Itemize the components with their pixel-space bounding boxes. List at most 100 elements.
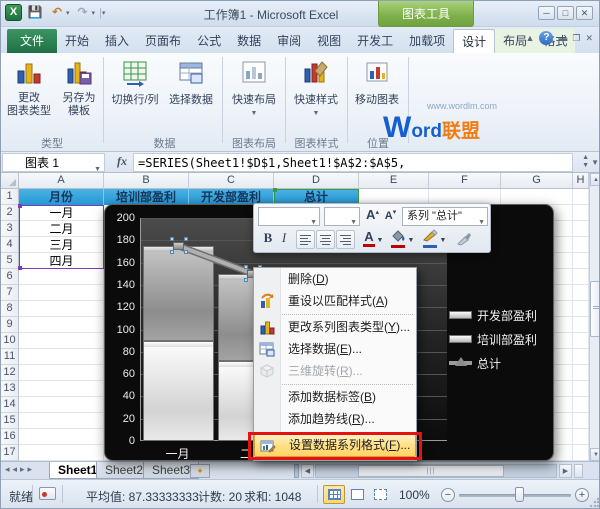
vertical-scrollbar[interactable]: ▲ ▼: [589, 173, 600, 461]
undo-dropdown-icon[interactable]: ▾: [66, 9, 70, 17]
column-header-A[interactable]: A: [19, 173, 104, 189]
insert-worksheet-tab[interactable]: ✦: [190, 464, 210, 478]
undo-icon[interactable]: ↶: [48, 4, 66, 21]
maximize-button[interactable]: □: [557, 6, 574, 20]
menu-item-选择数据[interactable]: 选择数据(E)...: [254, 338, 416, 360]
save-as-template-button[interactable]: 另存为模板: [56, 57, 102, 118]
normal-view-button[interactable]: [323, 485, 345, 504]
row-header-5[interactable]: 5: [1, 253, 19, 269]
tab-插入[interactable]: 插入: [97, 29, 137, 53]
outline-color-button[interactable]: [420, 229, 440, 248]
column-header-E[interactable]: E: [359, 173, 429, 189]
doc-restore-icon[interactable]: ❐: [572, 33, 580, 44]
font-name-combo[interactable]: ▼: [258, 207, 320, 226]
qat-customize-icon[interactable]: ▾: [102, 9, 106, 17]
cell-header-培训部盈利[interactable]: 培训部盈利: [104, 189, 189, 205]
collapse-ribbon-icon[interactable]: ▲: [525, 33, 534, 43]
chart-element-dropdown-icon[interactable]: ▼: [478, 214, 485, 231]
font-color-dropdown-icon[interactable]: ▼: [376, 237, 384, 256]
tab-split-handle[interactable]: [294, 464, 299, 478]
quick-styles-button[interactable]: 快速样式 ▼: [289, 57, 343, 120]
row-header-9[interactable]: 9: [1, 317, 19, 333]
cell-header-月份[interactable]: 月份: [19, 189, 104, 205]
font-size-dropdown-icon[interactable]: ▼: [350, 214, 357, 231]
doc-minimize-icon[interactable]: ▬: [558, 33, 567, 43]
fill-color-button[interactable]: [388, 229, 408, 248]
close-button[interactable]: ✕: [576, 6, 593, 20]
bold-button[interactable]: B: [260, 230, 276, 249]
row-header-15[interactable]: 15: [1, 413, 19, 429]
row-header-1[interactable]: 1: [1, 189, 19, 205]
align-center-button[interactable]: [316, 230, 335, 249]
font-name-dropdown-icon[interactable]: ▼: [310, 214, 317, 231]
row-header-2[interactable]: 2: [1, 205, 19, 221]
cell-month-二月[interactable]: 二月: [19, 221, 104, 237]
formula-bar-spinner[interactable]: ▲▼: [582, 154, 589, 170]
tab-开发工[interactable]: 开发工: [349, 29, 401, 53]
cell-month-一月[interactable]: 一月: [19, 205, 104, 221]
menu-item-删除[interactable]: 删除(D): [254, 268, 416, 290]
insert-function-icon[interactable]: fx: [117, 154, 127, 169]
tab-开始[interactable]: 开始: [57, 29, 97, 53]
zoom-out-icon[interactable]: −: [441, 488, 455, 502]
page-layout-view-button[interactable]: [346, 485, 368, 504]
horizontal-scrollbar[interactable]: |||: [315, 464, 557, 478]
cell-month-四月[interactable]: 四月: [19, 253, 104, 269]
column-header-C[interactable]: C: [189, 173, 274, 189]
scroll-up-icon[interactable]: ▲: [590, 173, 600, 186]
chart-legend[interactable]: 开发部盈利培训部盈利总计: [449, 303, 537, 375]
row-header-11[interactable]: 11: [1, 349, 19, 365]
column-header-F[interactable]: F: [429, 173, 501, 189]
row-header-4[interactable]: 4: [1, 237, 19, 253]
tab-审阅[interactable]: 审阅: [269, 29, 309, 53]
vertical-scroll-thumb[interactable]: [590, 281, 600, 337]
tab-数据[interactable]: 数据: [229, 29, 269, 53]
zoom-in-icon[interactable]: +: [575, 488, 589, 502]
row-header-12[interactable]: 12: [1, 365, 19, 381]
help-icon[interactable]: ?: [539, 31, 553, 45]
tab-页面布[interactable]: 页面布: [137, 29, 189, 53]
select-data-button[interactable]: 选择数据: [164, 57, 218, 107]
legend-entry-总计[interactable]: 总计: [449, 351, 537, 375]
redo-dropdown-icon[interactable]: ▾: [92, 9, 96, 17]
legend-entry-开发部盈利[interactable]: 开发部盈利: [449, 303, 537, 327]
macro-record-icon[interactable]: [39, 487, 56, 500]
menu-item-更改系列图表类型[interactable]: 更改系列图表类型(Y)...: [254, 316, 416, 338]
minimize-button[interactable]: ─: [538, 6, 555, 20]
column-header-H[interactable]: H: [573, 173, 589, 189]
format-painter-button[interactable]: [454, 231, 474, 250]
row-header-3[interactable]: 3: [1, 221, 19, 237]
name-box[interactable]: 图表 1▼: [2, 153, 105, 172]
formula-bar-expand-icon[interactable]: ▼: [591, 158, 599, 167]
row-header-13[interactable]: 13: [1, 381, 19, 397]
menu-item-添加数据标签[interactable]: 添加数据标签(B): [254, 386, 416, 408]
redo-icon[interactable]: ↷: [74, 4, 92, 21]
row-header-8[interactable]: 8: [1, 301, 19, 317]
zoom-slider-thumb[interactable]: [515, 487, 524, 502]
legend-entry-培训部盈利[interactable]: 培训部盈利: [449, 327, 537, 351]
switch-row-column-button[interactable]: 切换行/列: [107, 57, 163, 107]
row-header-17[interactable]: 17: [1, 445, 19, 461]
cell-month-三月[interactable]: 三月: [19, 237, 104, 253]
scrollbar-resize-handle[interactable]: [574, 464, 583, 478]
font-size-combo[interactable]: ▼: [324, 207, 360, 226]
doc-close-icon[interactable]: ✕: [585, 33, 593, 44]
tab-设计[interactable]: 设计: [453, 29, 495, 53]
fill-color-dropdown-icon[interactable]: ▼: [407, 237, 415, 256]
shrink-font-button[interactable]: A▾: [382, 208, 399, 227]
row-header-7[interactable]: 7: [1, 285, 19, 301]
save-icon[interactable]: 💾: [26, 4, 44, 21]
row-header-14[interactable]: 14: [1, 397, 19, 413]
tab-视图[interactable]: 视图: [309, 29, 349, 53]
sheet-nav-buttons[interactable]: ◂◂▸▸: [5, 464, 35, 475]
scroll-right-icon[interactable]: ▶: [559, 464, 572, 478]
column-header-D[interactable]: D: [274, 173, 359, 189]
column-header-G[interactable]: G: [501, 173, 573, 189]
scroll-down-icon[interactable]: ▼: [590, 448, 600, 461]
data-point-总计-一月[interactable]: [173, 242, 184, 250]
change-chart-type-button[interactable]: 更改图表类型: [4, 57, 54, 118]
page-break-view-button[interactable]: [369, 485, 391, 504]
grow-font-button[interactable]: A▴: [364, 208, 381, 227]
menu-item-重设以匹配样式[interactable]: 重设以匹配样式(A): [254, 290, 416, 312]
chart-element-combo[interactable]: 系列 "总计"▼: [402, 207, 488, 226]
